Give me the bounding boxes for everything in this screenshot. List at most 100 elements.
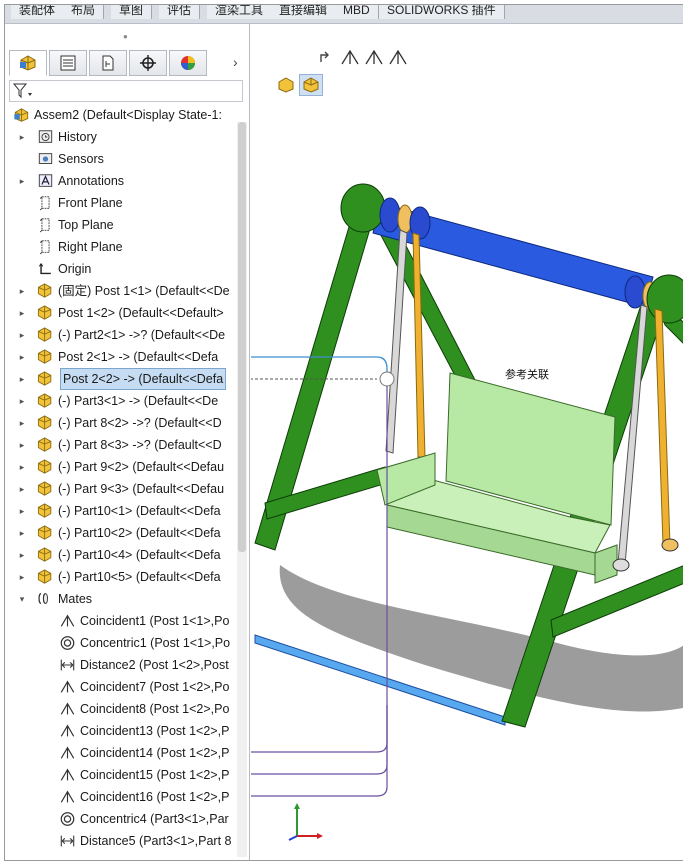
tree-item-label: Coincident14 (Post 1<2>,P [80, 746, 230, 760]
mate-item[interactable]: Coincident1 (Post 1<1>,Po [5, 610, 235, 632]
expand-toggle-icon[interactable]: ▸ [17, 434, 27, 456]
tree-item-label: Post 2<2> -> (Default<<Defa [60, 368, 227, 390]
expand-toggle-icon[interactable]: ▸ [17, 390, 27, 412]
bearing [379, 197, 401, 233]
expand-toggle-icon[interactable]: ▸ [17, 280, 27, 302]
tree-item[interactable]: ▸ (固定) Post 1<1> (Default<<De [5, 280, 235, 302]
tree-item[interactable]: Origin [5, 258, 235, 280]
graphics-viewport[interactable]: 参考关联 [251, 24, 685, 860]
tree-item[interactable]: ▾ Mates [5, 588, 235, 610]
mate-item[interactable]: Concentric1 (Post 1<1>,Po [5, 632, 235, 654]
mate-item[interactable]: Coincident13 (Post 1<2>,P [5, 720, 235, 742]
expand-toggle-icon[interactable]: ▸ [17, 126, 27, 148]
panel-grip-icon[interactable]: ● [123, 32, 128, 41]
display-manager-tab[interactable] [169, 50, 207, 76]
dimxpert-tab[interactable] [129, 50, 167, 76]
tree-item-label: Sensors [58, 152, 104, 166]
tree-item[interactable]: ▸ (-) Part 8<3> ->? (Default<<D [5, 434, 235, 456]
mate-link-line [251, 705, 388, 797]
reference-node[interactable] [379, 371, 395, 387]
swing-model[interactable] [251, 24, 685, 860]
tree-item-label: (-) Part10<1> (Default<<Defa [58, 504, 221, 518]
tree-item[interactable]: ▸ (-) Part 9<2> (Default<<Defau [5, 456, 235, 478]
command-tab[interactable]: MBD [335, 5, 379, 19]
tree-item[interactable]: Top Plane [5, 214, 235, 236]
concentric-icon [60, 636, 75, 650]
plane-icon [39, 218, 50, 233]
tree-item-label: Concentric4 (Part3<1>,Par [80, 812, 229, 826]
tree-item[interactable]: ▸ (-) Part10<2> (Default<<Defa [5, 522, 235, 544]
part-icon [37, 503, 52, 518]
mate-item[interactable]: Coincident8 (Post 1<2>,Po [5, 698, 235, 720]
command-tab[interactable]: 草图 [111, 5, 153, 19]
command-tab[interactable]: 装配体 [11, 5, 65, 19]
tree-item-label: Distance2 (Post 1<2>,Post [80, 658, 229, 672]
tree-item-label: Coincident15 (Post 1<2>,P [80, 768, 230, 782]
expand-toggle-icon[interactable]: ▸ [17, 522, 27, 544]
mate-item[interactable]: Coincident14 (Post 1<2>,P [5, 742, 235, 764]
expand-toggle-icon[interactable]: ▸ [17, 456, 27, 478]
featuremanager-tab[interactable] [9, 50, 47, 76]
part-icon [37, 305, 52, 320]
expand-toggle-icon[interactable]: ▸ [17, 368, 27, 390]
mate-item[interactable]: Coincident7 (Post 1<2>,Po [5, 676, 235, 698]
mate-item[interactable]: Concentric4 (Part3<1>,Par [5, 808, 235, 830]
tree-item[interactable]: ▸ (-) Part10<5> (Default<<Defa [5, 566, 235, 588]
tree-item[interactable]: ▸ Post 2<1> -> (Default<<Defa [5, 346, 235, 368]
command-manager-tabs: 装配体 布局 草图 评估 渲染工具 直接编辑 MBD SOLIDWORKS 插件 [5, 5, 685, 24]
tree-item[interactable]: ▸ History [5, 126, 235, 148]
seat-bolt [661, 538, 679, 552]
tree-scrollbar[interactable] [237, 122, 247, 857]
tree-item[interactable]: ▸ Annotations [5, 170, 235, 192]
tree-item[interactable]: ▸ (-) Part 9<3> (Default<<Defau [5, 478, 235, 500]
command-tab[interactable]: SOLIDWORKS 插件 [379, 5, 505, 19]
solidworks-window: 装配体 布局 草图 评估 渲染工具 直接编辑 MBD SOLIDWORKS 插件 ● › [4, 4, 686, 861]
expand-toggle-icon[interactable]: ▸ [17, 478, 27, 500]
filter-icon[interactable] [13, 83, 35, 99]
expand-toggle-icon[interactable]: ▸ [17, 544, 27, 566]
expand-toggle-icon[interactable]: ▾ [17, 588, 27, 610]
expand-toggle-icon[interactable]: ▸ [17, 500, 27, 522]
tree-root-label: Assem2 (Default<Display State-1: [34, 108, 222, 122]
tree-item-label: (-) Part 8<3> ->? (Default<<D [58, 438, 222, 452]
tree-item[interactable]: ▸ Post 1<2> (Default<<Default> [5, 302, 235, 324]
tree-item[interactable]: ▸ Post 2<2> -> (Default<<Defa [5, 368, 235, 390]
expand-toggle-icon[interactable]: ▸ [17, 302, 27, 324]
command-tab[interactable]: 布局 [63, 5, 105, 19]
mate-link-line [251, 386, 388, 753]
expand-toggle-icon[interactable]: ▸ [17, 170, 27, 192]
expand-toggle-icon[interactable]: ▸ [17, 412, 27, 434]
tree-filter-box[interactable] [9, 80, 243, 102]
hanger-rod [412, 232, 426, 458]
expand-toggle-icon[interactable]: ▸ [17, 566, 27, 588]
command-tab[interactable]: 评估 [159, 5, 201, 19]
mate-item[interactable]: Distance5 (Part3<1>,Part 8 [5, 830, 235, 852]
part-icon [37, 569, 52, 584]
tree-item[interactable]: Right Plane [5, 236, 235, 258]
tree-item[interactable]: Front Plane [5, 192, 235, 214]
command-tab[interactable]: 直接编辑 [271, 5, 337, 19]
expand-toggle-icon[interactable]: ▸ [17, 324, 27, 346]
propertymanager-tab[interactable] [49, 50, 87, 76]
part-icon [37, 349, 52, 364]
mate-item[interactable]: Distance2 (Post 1<2>,Post [5, 654, 235, 676]
tree-item-label: (-) Part2<1> ->? (Default<<De [58, 328, 226, 342]
tree-item[interactable]: ▸ (-) Part10<1> (Default<<Defa [5, 500, 235, 522]
tree-item[interactable]: Sensors [5, 148, 235, 170]
coincident-icon [60, 614, 75, 627]
mate-item[interactable]: Coincident15 (Post 1<2>,P [5, 764, 235, 786]
scrollbar-thumb[interactable] [238, 122, 246, 552]
expand-toggle-icon[interactable]: ▸ [17, 346, 27, 368]
reference-callout-label: 参考关联 [503, 366, 551, 382]
tree-item[interactable]: ▸ (-) Part3<1> -> (Default<<De [5, 390, 235, 412]
tree-item[interactable]: ▸ (-) Part2<1> ->? (Default<<De [5, 324, 235, 346]
command-tab[interactable]: 渲染工具 [207, 5, 273, 19]
mate-item[interactable]: Coincident16 (Post 1<2>,P [5, 786, 235, 808]
panel-scroll-right-icon[interactable]: › [233, 54, 238, 70]
tree-item[interactable]: ▸ (-) Part10<4> (Default<<Defa [5, 544, 235, 566]
configurationmanager-tab[interactable] [89, 50, 127, 76]
tree-root-assembly[interactable]: Assem2 (Default<Display State-1: [5, 104, 235, 126]
tree-item[interactable]: ▸ (-) Part 8<2> ->? (Default<<D [5, 412, 235, 434]
coincident-icon [60, 724, 75, 737]
ground-shadow [279, 565, 685, 712]
